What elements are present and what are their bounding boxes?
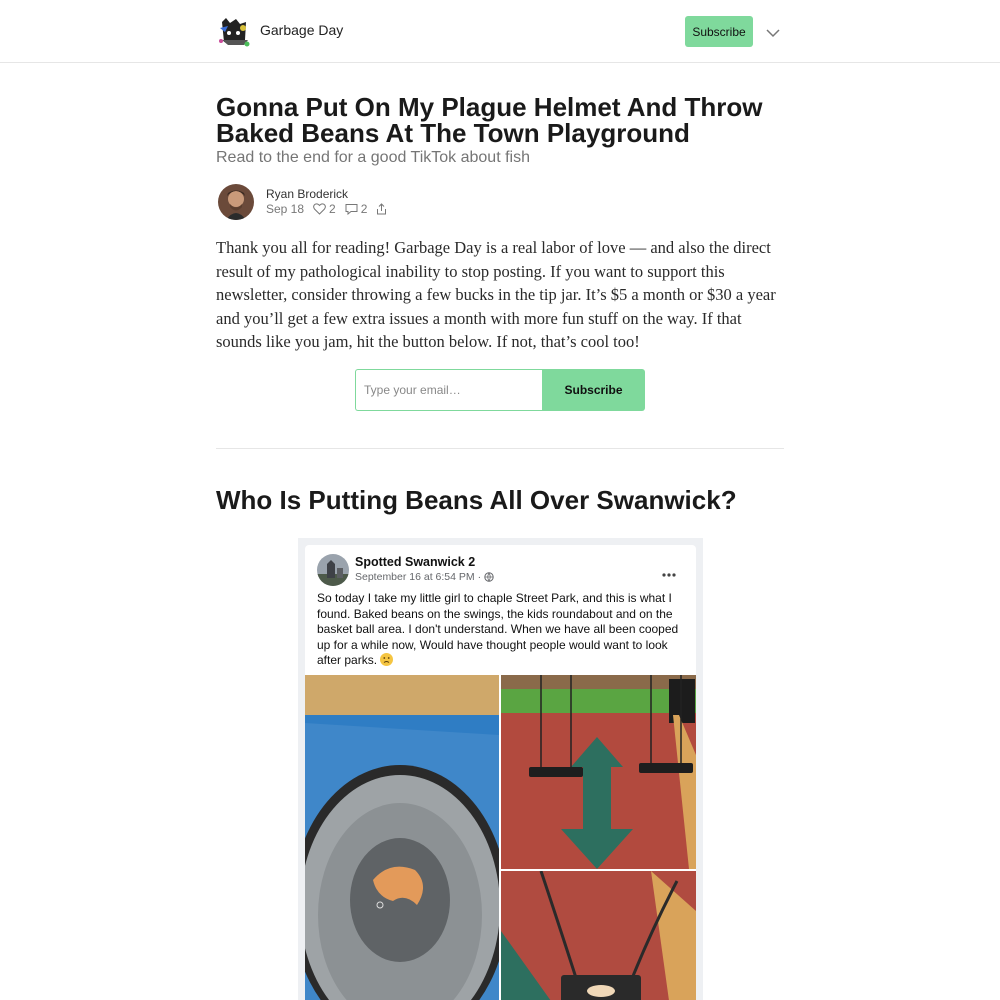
section-heading: Who Is Putting Beans All Over Swanwick?	[216, 485, 737, 515]
disappointed-face-emoji	[380, 653, 394, 666]
photo-roundabout-with-beans[interactable]	[305, 675, 499, 1000]
photo-swing-seat-with-beans[interactable]	[501, 871, 696, 1000]
more-options-icon[interactable]	[661, 565, 677, 577]
publication-name[interactable]: Garbage Day	[260, 22, 343, 38]
facebook-post-card: Spotted Swanwick 2 September 16 at 6:54 …	[305, 545, 696, 1000]
embedded-facebook-screenshot[interactable]: Spotted Swanwick 2 September 16 at 6:54 …	[298, 538, 703, 1000]
subscribe-button[interactable]: Subscribe	[542, 369, 645, 411]
post-timestamp-row: September 16 at 6:54 PM ·	[355, 571, 494, 583]
post-title: Gonna Put On My Plague Helmet And Throw …	[216, 92, 763, 148]
share-button[interactable]	[376, 203, 390, 215]
top-navigation-bar: Garbage Day Subscribe	[0, 0, 1000, 63]
like-count: 2	[329, 202, 336, 216]
page-name: Spotted Swanwick 2	[355, 555, 476, 569]
photo-swings-over-red-surface[interactable]	[501, 675, 696, 869]
like-button[interactable]: 2	[313, 202, 336, 216]
comment-icon	[345, 204, 358, 215]
chevron-down-icon[interactable]	[765, 26, 781, 38]
page-avatar	[317, 554, 349, 586]
facebook-post-body: So today I take my little girl to chaple…	[317, 591, 679, 667]
post-subtitle: Read to the end for a good TikTok about …	[216, 149, 530, 166]
post-timestamp: September 16 at 6:54 PM ·	[355, 571, 482, 583]
post-date: Sep 18	[266, 202, 305, 216]
facebook-post-text: So today I take my little girl to chaple…	[317, 591, 689, 669]
author-name[interactable]: Ryan Broderick	[266, 187, 348, 201]
globe-icon	[484, 572, 494, 582]
facebook-photo-grid	[305, 675, 696, 1000]
author-avatar[interactable]	[218, 184, 254, 220]
garbage-day-logo[interactable]	[216, 14, 252, 50]
intro-paragraph: Thank you all for reading! Garbage Day i…	[216, 238, 776, 351]
share-icon	[377, 203, 387, 215]
email-input[interactable]	[355, 369, 542, 411]
post-meta: Sep 18 2 2	[266, 202, 399, 216]
header-subscribe-button[interactable]: Subscribe	[685, 16, 753, 47]
comment-button[interactable]: 2	[345, 202, 368, 216]
divider	[216, 448, 784, 449]
heart-icon	[313, 203, 326, 215]
comment-count: 2	[360, 202, 368, 216]
subscribe-form: Subscribe	[355, 369, 645, 411]
